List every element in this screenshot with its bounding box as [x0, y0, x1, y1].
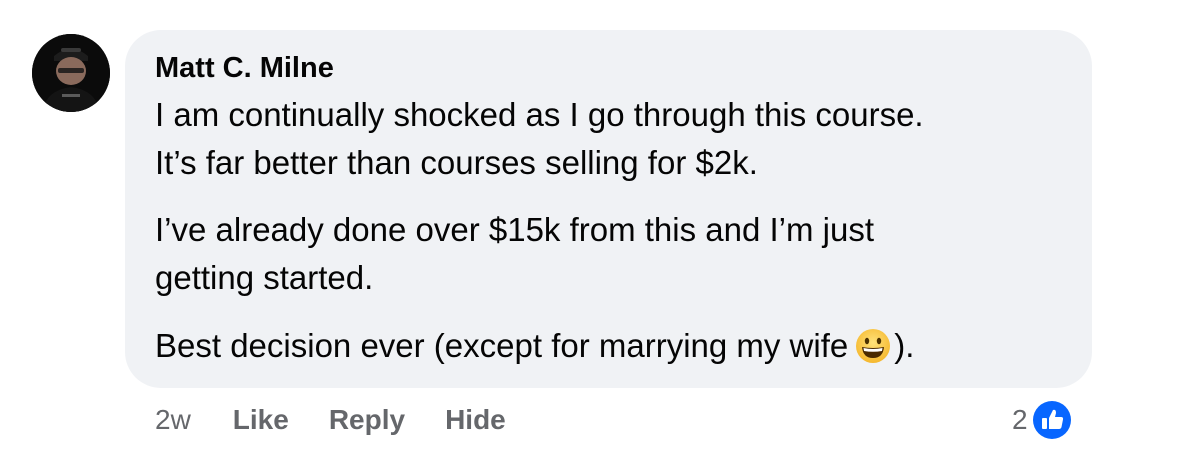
like-button[interactable]: Like [233, 404, 289, 436]
comment-line: I am continually shocked as I go through… [155, 96, 924, 133]
comment-line: getting started. [155, 259, 374, 296]
grinning-face-icon [854, 327, 892, 365]
avatar-photo [32, 34, 110, 112]
comment-line: It’s far better than courses selling for… [155, 144, 758, 181]
comment-text: Best decision ever (except for marrying … [155, 327, 849, 364]
comment-text: ). [894, 327, 915, 364]
avatar[interactable] [32, 34, 110, 112]
comment-bubble: Matt C. Milne I am continually shocked a… [125, 30, 1092, 388]
reaction-summary[interactable]: 2 [1012, 398, 1074, 442]
comment-paragraph: Best decision ever (except for marrying … [155, 322, 914, 370]
thumbs-up-icon [1029, 398, 1074, 442]
comment-line: I’ve already done over $15k from this an… [155, 211, 875, 248]
comment-thread: Matt C. Milne I am continually shocked a… [0, 0, 1200, 453]
comment-author[interactable]: Matt C. Milne [155, 52, 334, 85]
comment-paragraph: I’ve already done over $15k from this an… [155, 206, 874, 302]
comment-paragraph: I am continually shocked as I go through… [155, 91, 924, 187]
hide-button[interactable]: Hide [445, 404, 506, 436]
reply-button[interactable]: Reply [329, 404, 405, 436]
reaction-count: 2 [1012, 404, 1028, 435]
comment-actions: 2w Like Reply Hide [155, 400, 546, 440]
comment-timestamp[interactable]: 2w [155, 404, 191, 436]
